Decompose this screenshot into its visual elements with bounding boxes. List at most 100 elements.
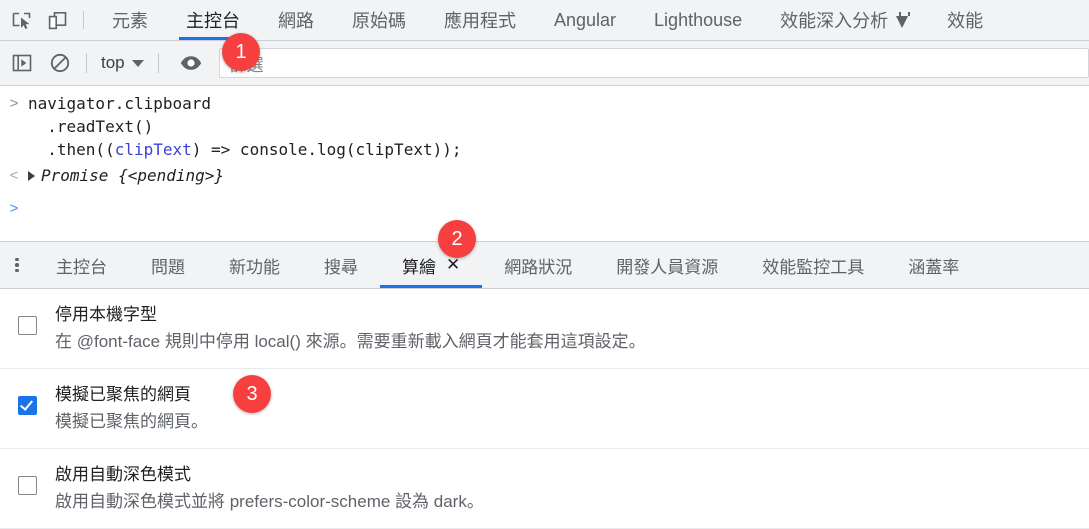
drawer-tab-label: 搜尋 (324, 257, 358, 277)
drawer-tab-search[interactable]: 搜尋 (302, 242, 380, 288)
command-line-3-post: ) => console.log(clipText)); (191, 140, 462, 159)
execution-context-value: top (101, 53, 125, 72)
setting-title: 啟用自動深色模式 (55, 465, 191, 484)
toolbar-divider (83, 11, 84, 29)
setting-row-disable-local-fonts: 停用本機字型 在 @font-face 規則中停用 local() 來源。需要重… (0, 289, 1089, 369)
checkbox-auto-dark-mode[interactable] (18, 476, 37, 495)
drawer-tab-console[interactable]: 主控台 (34, 242, 129, 288)
console-command-code: navigator.clipboard .readText() .then((c… (28, 92, 461, 161)
drawer-tab-label: 算繪 (402, 257, 436, 277)
setting-description: 模擬已聚焦的網頁。 (55, 412, 208, 431)
drawer-tab-label: 網路狀況 (504, 257, 573, 277)
drawer-tab-issues[interactable]: 問題 (129, 242, 207, 288)
checkbox-emulate-focused-page[interactable] (18, 396, 37, 415)
drawer-tab-label: 涵蓋率 (908, 257, 960, 277)
drawer-tab-coverage[interactable]: 涵蓋率 (886, 242, 981, 288)
console-toolbar-divider-1 (86, 53, 87, 73)
tab-label: Angular (554, 9, 617, 30)
input-prompt-caret-icon: > (9, 200, 19, 217)
tab-performance[interactable]: 效能 (928, 0, 1002, 40)
tab-lighthouse[interactable]: Lighthouse (635, 0, 761, 40)
dot (15, 263, 19, 267)
rendering-settings-list: 停用本機字型 在 @font-face 規則中停用 local() 來源。需要重… (0, 289, 1089, 529)
inspect-element-button[interactable] (6, 6, 36, 34)
console-result-text: Promise {<pending>} (41, 166, 225, 185)
devtools-top-tabbar: 元素 主控台 網路 原始碼 應用程式 Angular Lighthouse 效能… (0, 0, 1089, 41)
chevron-down-icon (131, 59, 144, 67)
setting-description: 在 @font-face 規則中停用 local() 來源。需要重新載入網頁才能… (55, 332, 646, 351)
more-options-icon (15, 256, 19, 275)
drawer-tab-label: 新功能 (229, 257, 280, 277)
tab-label: Lighthouse (654, 9, 743, 30)
tab-label: 效能 (947, 11, 984, 31)
checkbox-container[interactable] (0, 303, 55, 335)
console-input-line[interactable]: > (0, 187, 1089, 220)
console-sidebar-button[interactable] (6, 48, 38, 78)
setting-row-emulate-focused-page: 模擬已聚焦的網頁 模擬已聚焦的網頁。 (0, 369, 1089, 449)
device-toolbar-button[interactable] (42, 6, 72, 34)
tab-elements[interactable]: 元素 (93, 0, 167, 40)
inspect-element-icon (12, 12, 30, 29)
command-line-3-param: clipText (114, 140, 192, 159)
drawer-more-options-button[interactable] (0, 256, 34, 275)
console-command-entry: > navigator.clipboard .readText() .then(… (0, 86, 1089, 161)
console-toolbar-divider-2 (157, 53, 159, 73)
command-line-1: navigator.clipboard (28, 94, 212, 113)
device-toolbar-icon (48, 11, 66, 29)
expand-triangle-icon[interactable] (28, 170, 35, 181)
execution-context-selector[interactable]: top (97, 51, 148, 75)
drawer-tab-developer-resources[interactable]: 開發人員資源 (594, 242, 740, 288)
drawer-tabbar: 主控台 問題 新功能 搜尋 算繪 ✕ 網路狀況 開發人員資源 效能監控工具 涵蓋… (0, 242, 1089, 289)
dot (15, 268, 19, 273)
drawer-tab-performance-monitor[interactable]: 效能監控工具 (740, 242, 886, 288)
console-result-value[interactable]: Promise {<pending>} (28, 164, 224, 187)
tab-label: 效能深入分析 (780, 11, 889, 31)
drawer-tab-label: 開發人員資源 (616, 257, 719, 277)
console-toolbar: top 篩選 (0, 41, 1089, 86)
checkbox-container[interactable] (0, 463, 55, 495)
setting-description: 啟用自動深色模式並將 prefers-color-scheme 設為 dark。 (55, 492, 484, 511)
flask-icon (896, 12, 911, 28)
setting-text: 模擬已聚焦的網頁 模擬已聚焦的網頁。 (55, 383, 1089, 435)
close-icon[interactable]: ✕ (446, 256, 460, 274)
annotation-badge-3: 3 (233, 375, 271, 413)
prompt-caret-icon: > (9, 95, 19, 112)
drawer-tab-list: 主控台 問題 新功能 搜尋 算繪 ✕ 網路狀況 開發人員資源 效能監控工具 涵蓋… (34, 242, 981, 288)
tab-label: 主控台 (186, 11, 240, 31)
console-result-entry: < Promise {<pending>} (0, 161, 1089, 187)
tab-label: 原始碼 (352, 11, 406, 31)
devtools-drawer: 主控台 問題 新功能 搜尋 算繪 ✕ 網路狀況 開發人員資源 效能監控工具 涵蓋… (0, 241, 1089, 529)
setting-text: 啟用自動深色模式 啟用自動深色模式並將 prefers-color-scheme… (55, 463, 1089, 515)
command-line-3-pre: .then(( (28, 140, 115, 159)
filter-input[interactable]: 篩選 (218, 48, 1089, 78)
drawer-tab-label: 問題 (151, 257, 185, 277)
checkbox-disable-local-fonts[interactable] (18, 316, 37, 335)
live-expression-button[interactable] (175, 48, 207, 78)
drawer-tab-label: 主控台 (56, 257, 107, 277)
dot (15, 257, 19, 262)
setting-title: 停用本機字型 (55, 305, 157, 324)
show-console-sidebar-icon (12, 54, 32, 72)
command-line-2: .readText() (28, 117, 154, 136)
tab-label: 網路 (278, 11, 314, 31)
clear-console-button[interactable] (44, 48, 76, 78)
tab-network[interactable]: 網路 (259, 0, 333, 40)
return-caret-icon: < (9, 167, 19, 184)
setting-title: 模擬已聚焦的網頁 (55, 385, 191, 404)
checkbox-container[interactable] (0, 383, 55, 415)
setting-row-auto-dark-mode: 啟用自動深色模式 啟用自動深色模式並將 prefers-color-scheme… (0, 449, 1089, 529)
clear-console-icon (50, 53, 70, 73)
setting-text: 停用本機字型 在 @font-face 規則中停用 local() 來源。需要重… (55, 303, 1089, 355)
drawer-tab-network-conditions[interactable]: 網路狀況 (482, 242, 594, 288)
annotation-badge-2: 2 (438, 220, 476, 258)
tab-performance-insights[interactable]: 效能深入分析 (761, 0, 928, 40)
tab-label: 元素 (112, 11, 148, 31)
tab-application[interactable]: 應用程式 (425, 0, 535, 40)
live-expression-eye-icon (180, 56, 201, 70)
tab-sources[interactable]: 原始碼 (333, 0, 425, 40)
console-output-area[interactable]: > navigator.clipboard .readText() .then(… (0, 86, 1089, 241)
tab-angular[interactable]: Angular (535, 0, 635, 40)
drawer-tab-whats-new[interactable]: 新功能 (207, 242, 302, 288)
drawer-tab-label: 效能監控工具 (762, 257, 865, 277)
tab-label: 應用程式 (444, 11, 516, 31)
